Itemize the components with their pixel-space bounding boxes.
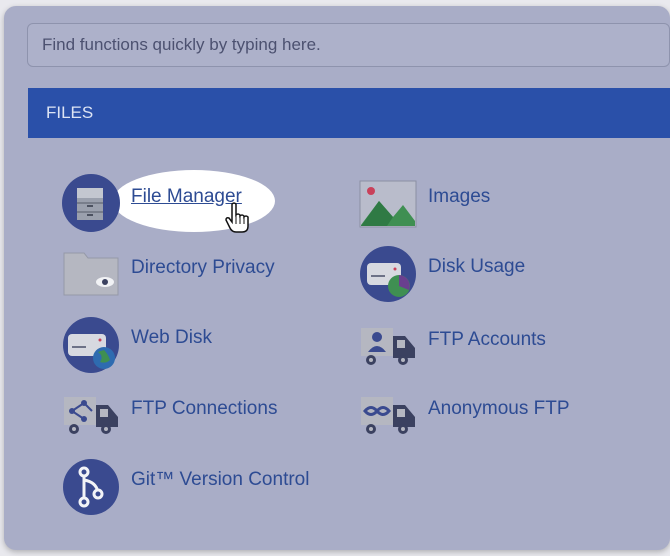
disk-usage-label[interactable]: Disk Usage [428,256,525,278]
web-disk-icon [63,317,119,373]
directory-privacy-icon [63,252,119,296]
directory-privacy-label[interactable]: Directory Privacy [131,257,275,279]
ftp-accounts-label[interactable]: FTP Accounts [428,329,546,351]
anonymous-ftp-label[interactable]: Anonymous FTP [428,398,570,420]
ftp-connections-item[interactable]: FTP Connections [62,387,312,441]
disk-usage-icon [360,246,416,302]
git-version-control-icon [63,459,119,515]
ftp-connections-icon [64,397,118,434]
web-disk-item[interactable]: Web Disk [62,316,312,373]
anonymous-ftp-icon [361,397,415,434]
search-input[interactable]: Find functions quickly by typing here. [27,23,670,67]
files-section-header[interactable]: FILES [28,88,670,138]
anonymous-ftp-item[interactable]: Anonymous FTP [359,387,579,441]
git-version-control-label[interactable]: Git™ Version Control [131,469,309,491]
web-disk-label[interactable]: Web Disk [131,327,212,349]
ftp-accounts-item[interactable]: FTP Accounts [359,318,559,372]
disk-usage-item[interactable]: Disk Usage [359,245,559,302]
images-label[interactable]: Images [428,186,490,208]
ftp-accounts-icon [361,328,415,365]
file-manager-icon [62,174,120,232]
images-icon [359,180,417,228]
directory-privacy-item[interactable]: Directory Privacy [62,245,312,299]
ftp-connections-label[interactable]: FTP Connections [131,398,277,420]
images-item[interactable]: Images [359,177,559,231]
file-manager-item[interactable]: File Manager [62,174,312,232]
hand-cursor-icon [225,202,249,233]
git-version-control-item[interactable]: Git™ Version Control [62,458,332,515]
